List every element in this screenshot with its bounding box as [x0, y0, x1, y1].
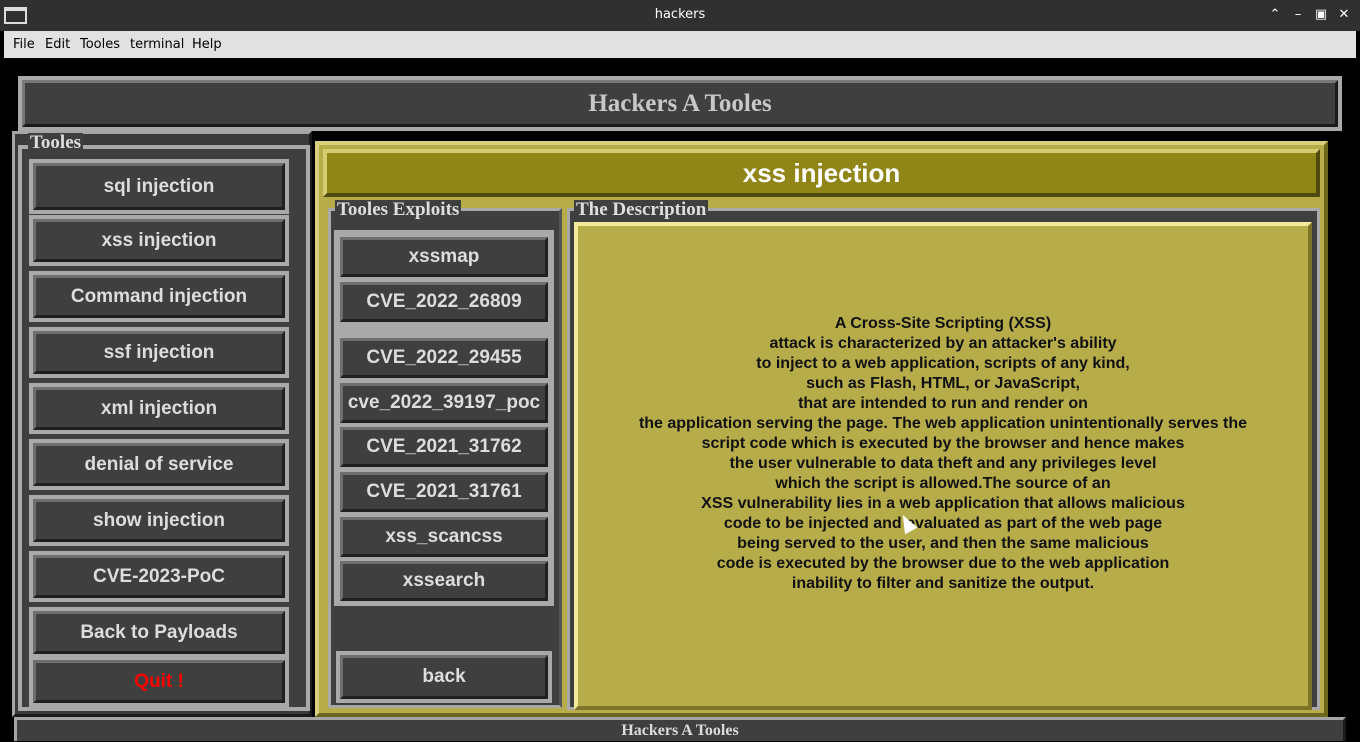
description-line: the user vulnerable to data theft and an…: [729, 454, 1157, 472]
denial-of-service-button[interactable]: denial of service: [29, 439, 289, 490]
ssf-injection-label: ssf injection: [33, 331, 285, 374]
exploit-label: CVE_2021_31761: [340, 472, 548, 512]
exploit-label: cve_2022_39197_poc: [340, 383, 548, 423]
exploit-xssearch-button[interactable]: xssearch: [336, 557, 552, 605]
chevron-up-icon[interactable]: ⌃: [1266, 6, 1284, 24]
description-text: A Cross-Site Scripting (XSS) attack is c…: [639, 314, 1247, 594]
status-bar: Hackers A Tooles: [14, 717, 1346, 741]
back-to-payloads-label: Back to Payloads: [33, 611, 285, 654]
menu-tooles[interactable]: Tooles: [80, 37, 120, 52]
description-line: code to be injected and evaluated as par…: [723, 514, 1163, 532]
exploits-label: Tooles Exploits: [335, 199, 462, 220]
description-line: attack is characterized by an attacker's…: [769, 334, 1117, 352]
exploit-label: xssmap: [340, 237, 548, 277]
exploit-cve-2022-26809-button[interactable]: CVE_2022_26809: [336, 278, 552, 326]
exploit-label: xss_scancss: [340, 517, 548, 557]
description-line: to inject to a web application, scripts …: [756, 354, 1130, 372]
description-line: XSS vulnerability lies in a web applicat…: [701, 494, 1185, 512]
menu-terminal[interactable]: terminal: [130, 37, 184, 52]
exploit-cve-2022-29455-button[interactable]: CVE_2022_29455: [336, 334, 552, 382]
command-injection-label: Command injection: [33, 275, 285, 318]
back-to-payloads-button[interactable]: Back to Payloads: [29, 607, 289, 658]
xss-injection-button[interactable]: xss injection: [29, 215, 289, 266]
exploit-label: CVE_2022_26809: [340, 282, 548, 322]
quit-label: Quit !: [33, 660, 285, 703]
sql-injection-label: sql injection: [33, 163, 285, 210]
sql-injection-button[interactable]: sql injection: [29, 159, 289, 214]
section-title: xss injection: [323, 149, 1320, 197]
window-title: hackers: [654, 7, 706, 22]
maximize-icon[interactable]: ▣: [1312, 6, 1330, 24]
command-injection-button[interactable]: Command injection: [29, 271, 289, 322]
tooles-label: Tooles: [28, 132, 84, 153]
xml-injection-label: xml injection: [33, 387, 285, 430]
exploit-label: CVE_2022_29455: [340, 338, 548, 378]
header-banner: Hackers A Tooles: [18, 76, 1342, 131]
show-injection-label: show injection: [33, 499, 285, 542]
exploit-xss-scancss-button[interactable]: xss_scancss: [336, 513, 552, 561]
description-line: inability to filter and sanitize the out…: [791, 574, 1095, 592]
close-icon[interactable]: ✕: [1335, 6, 1353, 24]
exploit-xssmap-button[interactable]: xssmap: [336, 233, 552, 281]
minimize-icon[interactable]: –: [1289, 6, 1307, 24]
description-line: that are intended to run and render on: [798, 394, 1088, 412]
window-titlebar[interactable]: hackers ⌃ – ▣ ✕: [0, 0, 1360, 31]
exploit-cve-2021-31762-button[interactable]: CVE_2021_31762: [336, 423, 552, 471]
description-line: the application serving the page. The we…: [638, 414, 1248, 432]
exploit-cve-2021-31761-button[interactable]: CVE_2021_31761: [336, 468, 552, 516]
exploit-cve-2022-39197-poc-button[interactable]: cve_2022_39197_poc: [336, 379, 552, 427]
back-label: back: [340, 655, 548, 699]
cve-2023-poc-button[interactable]: CVE-2023-PoC: [29, 551, 289, 602]
quit-button[interactable]: Quit !: [29, 656, 289, 707]
xml-injection-button[interactable]: xml injection: [29, 383, 289, 434]
header-title: Hackers A Tooles: [588, 89, 772, 117]
ssf-injection-button[interactable]: ssf injection: [29, 327, 289, 378]
denial-of-service-label: denial of service: [33, 443, 285, 486]
description-line: script code which is executed by the bro…: [701, 434, 1185, 452]
menu-file[interactable]: File: [13, 37, 35, 52]
cve-2023-poc-label: CVE-2023-PoC: [33, 555, 285, 598]
description-line: code is executed by the browser due to t…: [716, 554, 1170, 572]
description-label: The Description: [574, 199, 709, 220]
back-button[interactable]: back: [336, 651, 552, 703]
menu-edit[interactable]: Edit: [45, 37, 70, 52]
menubar: File Edit Tooles terminal Help: [4, 31, 1356, 58]
menu-help[interactable]: Help: [192, 37, 222, 52]
description-line: which the script is allowed.The source o…: [775, 474, 1111, 492]
show-injection-button[interactable]: show injection: [29, 495, 289, 546]
description-box: A Cross-Site Scripting (XSS) attack is c…: [574, 222, 1312, 710]
description-line: being served to the user, and then the s…: [737, 534, 1149, 552]
exploit-label: xssearch: [340, 561, 548, 601]
exploit-label: CVE_2021_31762: [340, 427, 548, 467]
description-line: such as Flash, HTML, or JavaScript,: [806, 374, 1080, 392]
description-line: A Cross-Site Scripting (XSS): [834, 314, 1052, 332]
xss-injection-label: xss injection: [33, 219, 285, 262]
